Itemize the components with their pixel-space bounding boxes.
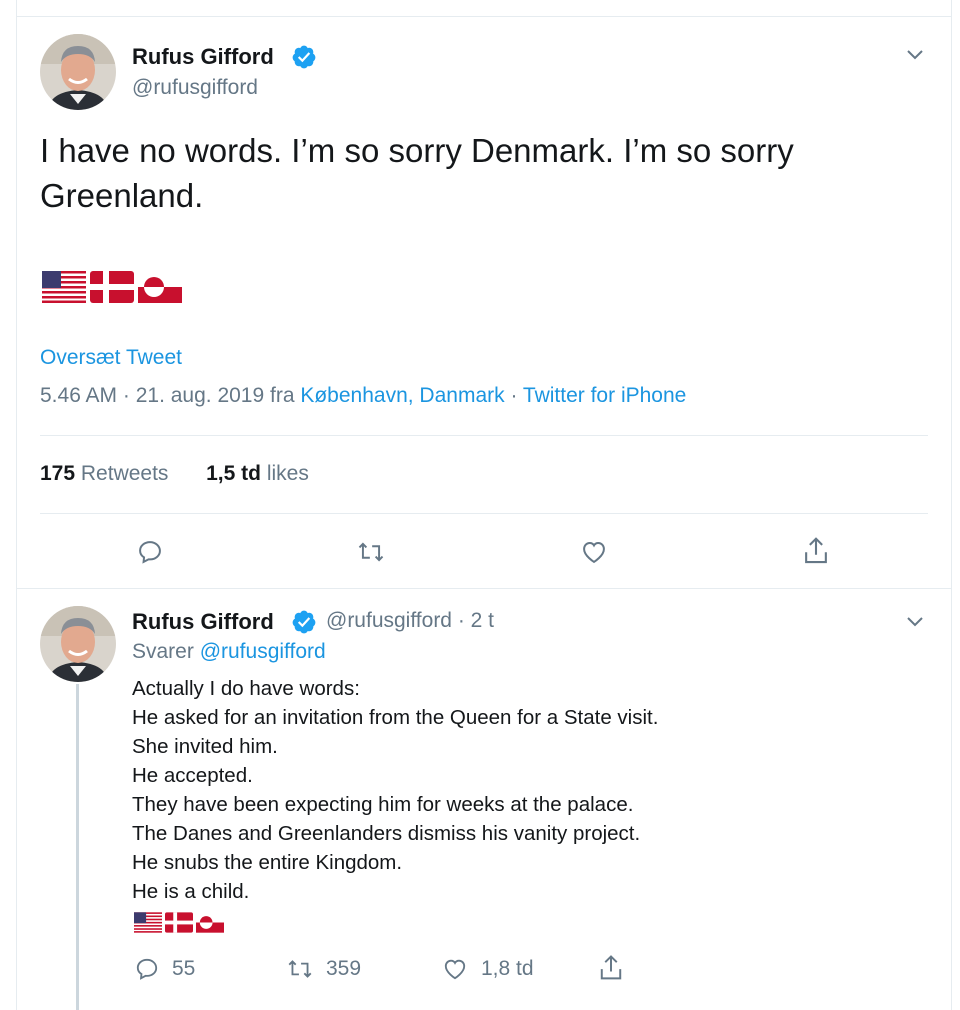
retweets-stat[interactable]: 175 Retweets xyxy=(40,462,168,485)
avatar[interactable] xyxy=(40,606,116,682)
chevron-down-icon[interactable] xyxy=(905,615,925,629)
like-count: 1,8 td xyxy=(481,957,534,980)
reply-line: They have been expecting him for weeks a… xyxy=(132,793,634,816)
retweet-button[interactable] xyxy=(356,538,386,566)
reply-line: He accepted. xyxy=(132,764,253,787)
retweet-icon xyxy=(288,960,312,978)
reply-text: Actually I do have words: He asked for a… xyxy=(132,674,658,906)
retweet-icon xyxy=(358,542,384,562)
us-flag-icon xyxy=(134,912,162,933)
likes-label: likes xyxy=(266,462,309,485)
engagement-stats: 175 Retweets 1,5 td likes xyxy=(40,462,309,486)
share-icon xyxy=(600,955,622,980)
reply-line: He asked for an invitation from the Quee… xyxy=(132,706,659,729)
tweet-text: I have no words. I’m so sorry Denmark. I… xyxy=(40,132,794,214)
replying-to-link[interactable]: @rufusgifford xyxy=(200,640,326,663)
reply-icon xyxy=(136,958,158,980)
chevron-down-icon[interactable] xyxy=(905,48,925,62)
author-handle[interactable]: @rufusgifford xyxy=(132,76,258,100)
flag-emojis xyxy=(42,271,182,303)
share-button[interactable] xyxy=(801,535,831,567)
reply-author-name[interactable]: Rufus Gifford xyxy=(132,609,274,635)
reply-line: The Danes and Greenlanders dismiss his v… xyxy=(132,822,641,845)
share-icon xyxy=(805,537,827,564)
share-button[interactable] xyxy=(597,953,625,983)
reply-line: She invited him. xyxy=(132,735,278,758)
meta-separator: · xyxy=(504,384,523,407)
like-button[interactable]: 1,8 td xyxy=(441,956,534,982)
translate-tweet-link[interactable]: Oversæt Tweet xyxy=(40,346,182,370)
greenland-flag-icon xyxy=(138,271,182,303)
retweet-count: 359 xyxy=(326,957,362,980)
reply-line: He is a child. xyxy=(132,880,250,903)
heart-icon xyxy=(444,959,466,980)
heart-icon xyxy=(583,542,605,564)
divider xyxy=(40,435,928,436)
tweet-metadata: 5.46 AM · 21. aug. 2019 fra København, D… xyxy=(40,384,686,408)
avatar[interactable] xyxy=(40,34,116,110)
tweet-timestamp[interactable]: 5.46 AM · 21. aug. 2019 fra xyxy=(40,384,300,407)
retweets-label: Retweets xyxy=(80,462,169,485)
reply-count: 55 xyxy=(172,957,196,980)
likes-count: 1,5 td xyxy=(206,462,261,485)
replying-prefix: Svarer xyxy=(132,640,200,663)
greenland-flag-icon xyxy=(196,912,224,933)
verified-badge-icon xyxy=(292,610,316,634)
thread-line xyxy=(76,684,79,1010)
tweet-source-link[interactable]: Twitter for iPhone xyxy=(523,384,686,407)
likes-stat[interactable]: 1,5 td likes xyxy=(206,462,309,485)
tweet-divider xyxy=(16,588,952,589)
author-name[interactable]: Rufus Gifford xyxy=(132,44,274,70)
us-flag-icon xyxy=(42,271,86,303)
retweet-button[interactable]: 359 xyxy=(286,956,361,982)
divider xyxy=(40,513,928,514)
denmark-flag-icon xyxy=(165,912,193,933)
retweets-count: 175 xyxy=(40,462,76,485)
reply-line: He snubs the entire Kingdom. xyxy=(132,851,403,874)
reply-flag-emojis xyxy=(134,912,224,933)
reply-button[interactable] xyxy=(136,538,164,566)
like-button[interactable] xyxy=(579,538,609,566)
verified-badge-icon xyxy=(292,45,316,69)
replying-to: Svarer @rufusgifford xyxy=(132,640,326,664)
reply-icon xyxy=(139,541,161,564)
reply-handle-time[interactable]: @rufusgifford · 2 t xyxy=(326,609,494,633)
reply-button[interactable]: 55 xyxy=(134,956,195,982)
reply-line: Actually I do have words: xyxy=(132,677,360,700)
tweet-location-link[interactable]: København, Danmark xyxy=(300,384,504,407)
top-divider xyxy=(16,16,952,17)
denmark-flag-icon xyxy=(90,271,134,303)
